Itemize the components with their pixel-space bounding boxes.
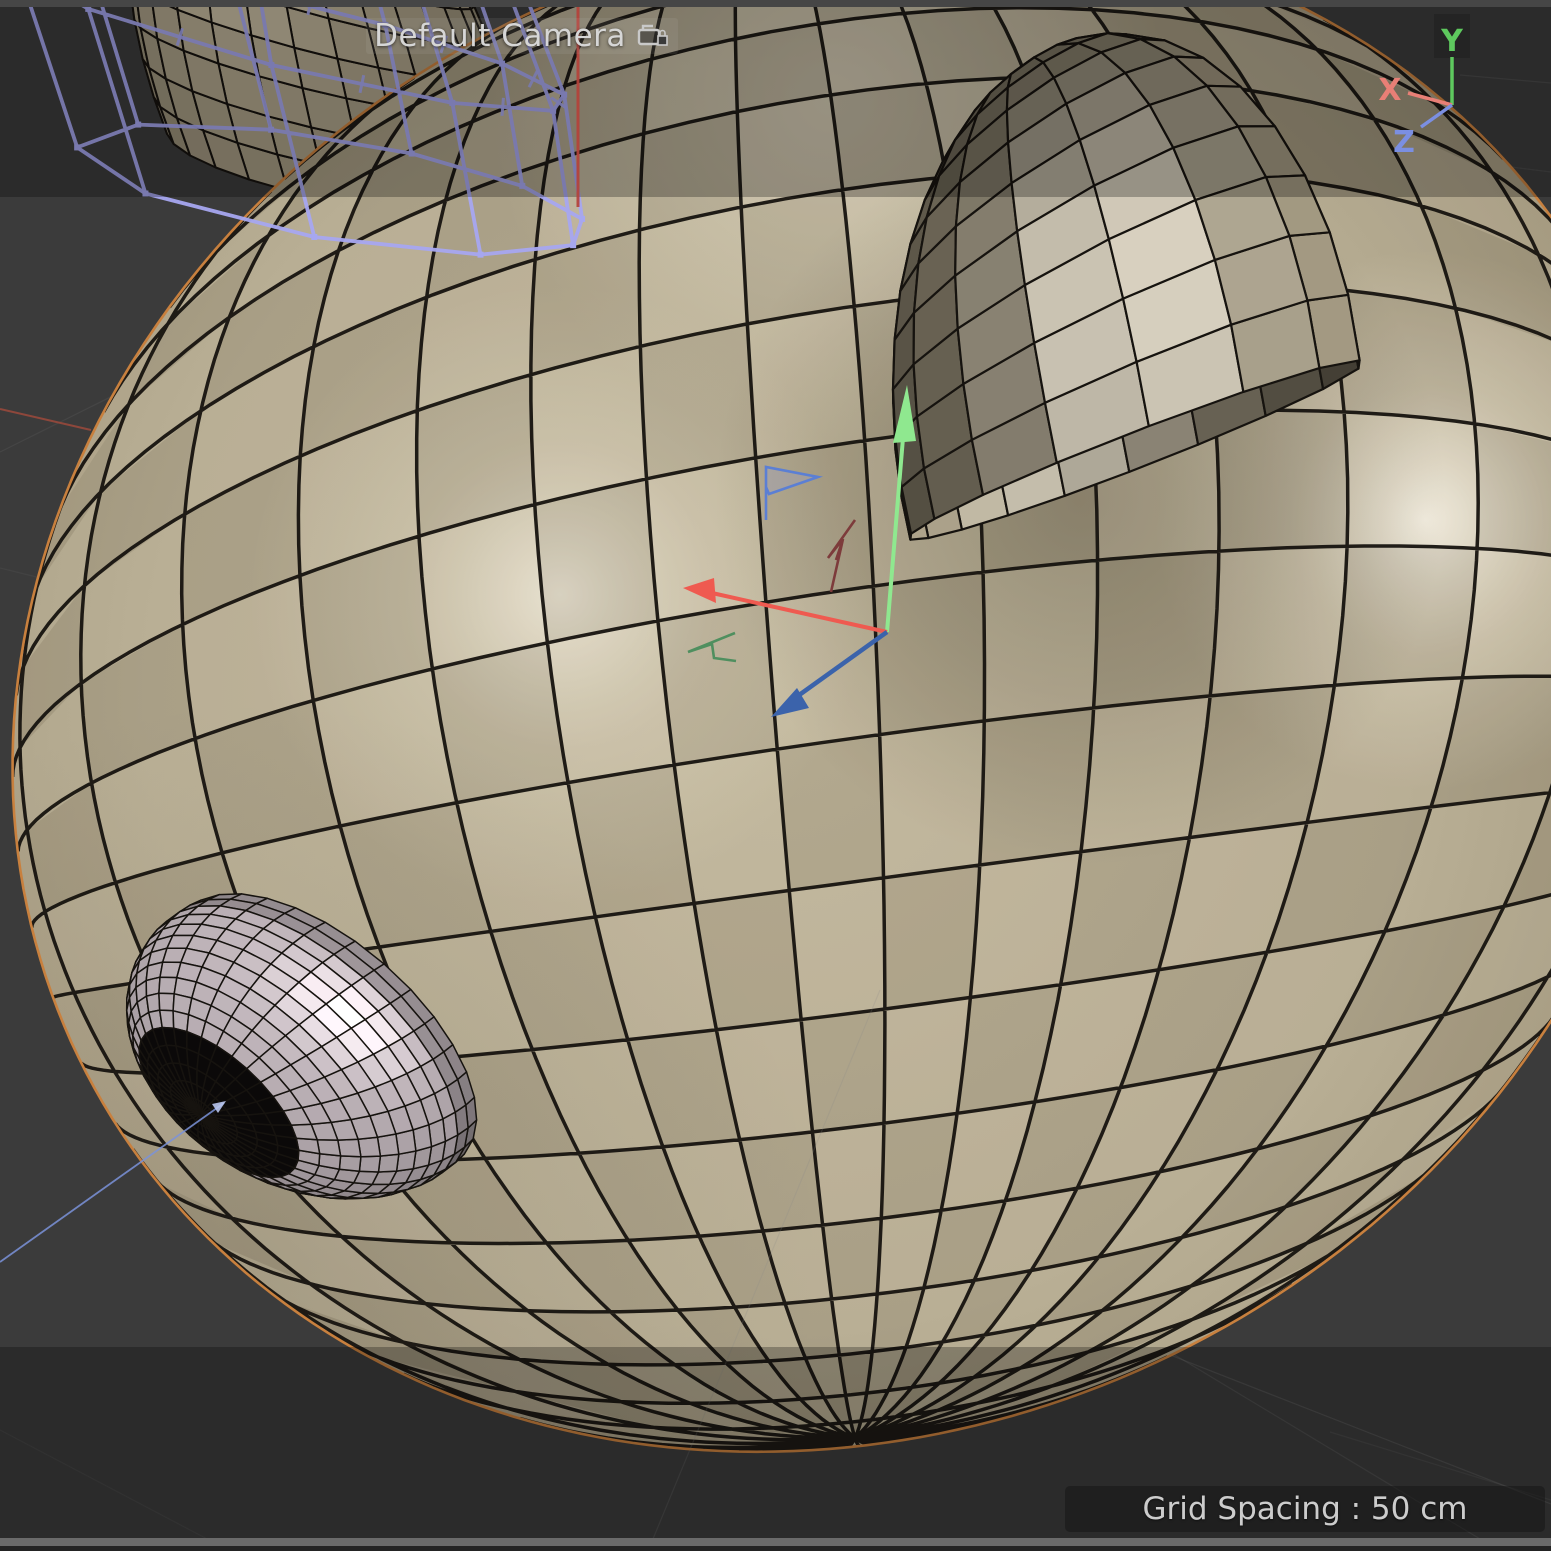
grid-spacing-text: Grid Spacing : 50 cm [1143,1491,1468,1527]
head-sphere-mesh-part-part [983,560,1098,721]
viewport-frame-part [0,1538,1551,1546]
head-sphere-mesh-part-part [747,306,864,458]
render-safe-bands-part [0,0,1551,197]
head-sphere-mesh-part-part [1335,546,1478,685]
head-sphere-mesh-part-part [812,1123,884,1225]
viewport-frame-part [0,0,1551,7]
head-sphere-mesh-part-part [547,621,674,783]
eye-ball-mesh-part [359,1156,380,1172]
3d-viewport[interactable]: Y XZ Default Camera Grid Spacing : 50 cm [0,0,1551,1551]
head-sphere-mesh-part-part [777,735,883,891]
subdivision-cage-part [579,216,585,222]
head-sphere-mesh-part-part [535,479,658,643]
subdivision-cage-part [311,234,317,240]
eye-ball-mesh-part [358,1137,380,1157]
eye-ball-mesh-part [160,1010,174,1028]
head-sphere-mesh-part-part [1215,411,1347,551]
subdivision-cage-part [570,242,576,248]
eye-ball-mesh-part [147,993,160,1012]
camera-icon-box [639,30,659,44]
axis-letter-x: X [1378,73,1401,108]
head-sphere-mesh-part-part [658,602,777,765]
head-sphere-mesh-part-part [741,190,854,324]
eye-ball-mesh-part [317,1140,340,1156]
axis-letter-y: Y [1440,24,1464,59]
head-sphere-mesh-part-part [1210,546,1347,696]
viewport-3d-canvas[interactable]: Y XZ [0,0,1551,1551]
camera-label-text: Default Camera [374,18,626,54]
lock-icon-shackle [660,31,665,37]
head-sphere-mesh-part-part [756,441,874,603]
eye-ball-mesh-part [379,1154,399,1172]
head-sphere-mesh-part-part [1475,424,1551,562]
head-sphere-mesh-part-part [1094,551,1219,708]
camera-label[interactable]: Default Camera [366,18,678,54]
head-sphere-mesh-part-part [1344,412,1477,549]
eye-ball-mesh-part [338,1139,361,1157]
head-sphere-mesh-part-part [980,708,1094,865]
eye-ball-mesh-part [159,993,174,1011]
subdivision-cage-part [477,252,483,258]
head-sphere-mesh-part-part [884,865,980,1009]
head-sphere-mesh-part-part [789,878,885,1020]
head-sphere-mesh-part-part [801,1009,885,1132]
viewport-frame-part [0,1546,1551,1551]
eye-ball-mesh-part [339,1156,361,1171]
head-sphere-mesh-part-part [640,324,755,479]
head-sphere-mesh-part-part [880,721,985,878]
lock-icon-body [658,36,667,45]
camera-icon-body [639,26,659,44]
camera-lock-icon [636,21,670,51]
grid-spacing-label: Grid Spacing : 50 cm [1065,1486,1545,1532]
axis-letter-z: Z [1393,125,1415,160]
